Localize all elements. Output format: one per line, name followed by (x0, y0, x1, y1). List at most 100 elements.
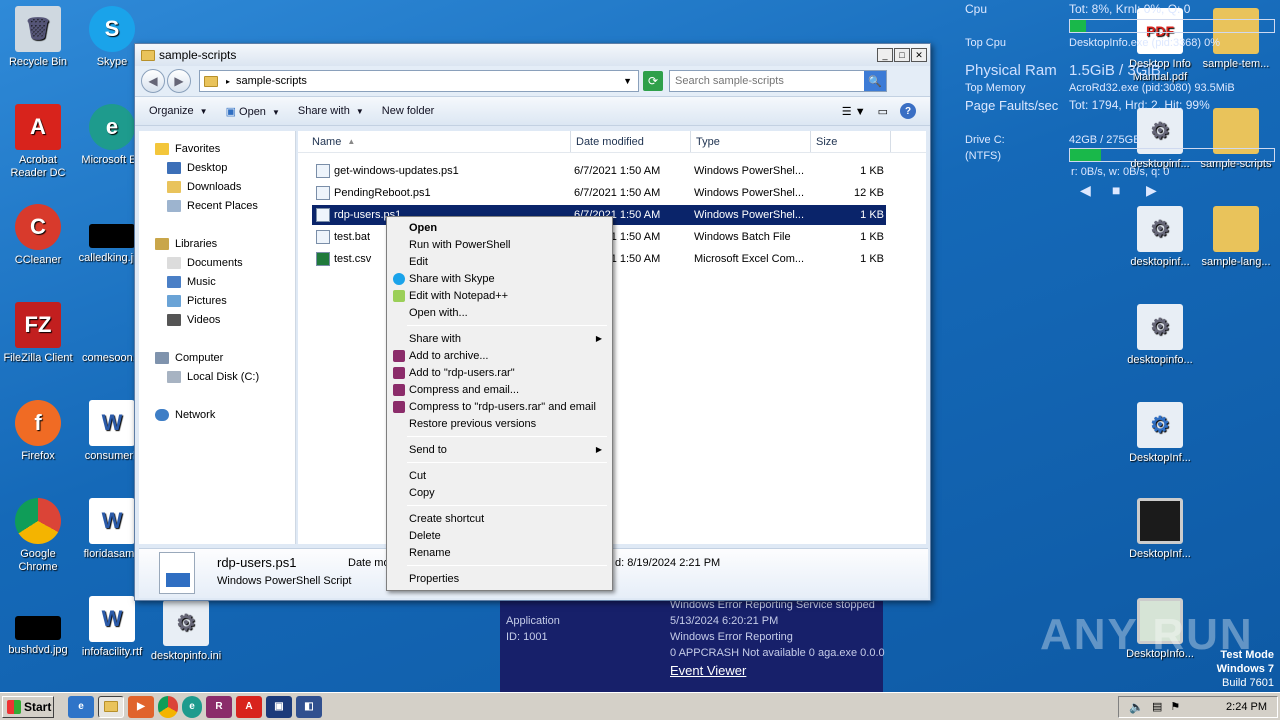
file-row[interactable]: PendingReboot.ps1 6/7/2021 1:50 AM Windo… (312, 183, 886, 203)
next-arrow-icon[interactable]: ▶ (1146, 182, 1157, 199)
event-viewer-link[interactable]: Event Viewer (670, 663, 746, 678)
nav-documents[interactable]: Documents (167, 257, 243, 269)
file-name: PendingReboot.ps1 (334, 187, 431, 199)
flag-icon[interactable]: ⚑ (1170, 700, 1180, 713)
menu-restore-previous[interactable]: Restore previous versions (389, 415, 610, 432)
share-with-button[interactable]: Share with ▼ (298, 105, 364, 117)
new-folder-button[interactable]: New folder (382, 105, 435, 117)
menu-add-to-rar[interactable]: Add to "rdp-users.rar" (389, 364, 610, 381)
desktop-icon-sample-lang[interactable]: sample-lang... (1198, 206, 1274, 269)
image-file-icon (15, 616, 61, 640)
organize-button[interactable]: Organize ▼ (149, 105, 208, 117)
winrar-icon[interactable]: R (206, 695, 232, 718)
search-icon[interactable]: 🔍 (864, 71, 886, 91)
menu-properties[interactable]: Properties (389, 570, 610, 587)
nav-local-disk[interactable]: Local Disk (C:) (167, 371, 259, 383)
desktop-icon-acrobat[interactable]: A Acrobat Reader DC (0, 104, 76, 180)
title-bar[interactable]: sample-scripts _ □ ✕ (135, 44, 930, 66)
nav-desktop[interactable]: Desktop (167, 162, 227, 174)
nav-videos[interactable]: Videos (167, 314, 220, 326)
menu-cut[interactable]: Cut (389, 467, 610, 484)
menu-edit[interactable]: Edit (389, 253, 610, 270)
menu-share-with-skype[interactable]: Share with Skype (389, 270, 610, 287)
menu-compress-rar-email[interactable]: Compress to "rdp-users.rar" and email (389, 398, 610, 415)
open-button[interactable]: ▣ Open ▼ (226, 105, 280, 118)
menu-run-with-powershell[interactable]: Run with PowerShell (389, 236, 610, 253)
desktop-icon-bushdvd[interactable]: bushdvd.jpg (0, 596, 76, 657)
desktop-icon-desktopinfo-3[interactable]: ⚙ desktopinfo... (1122, 304, 1198, 367)
edge-icon[interactable]: e (182, 695, 202, 718)
desktop-icon-desktopinf-4[interactable]: ⚙ DesktopInf... (1122, 402, 1198, 465)
breadcrumb[interactable]: sample-scripts (236, 75, 307, 87)
close-button[interactable]: ✕ (911, 48, 927, 62)
nav-label: Computer (175, 352, 224, 364)
search-input[interactable] (670, 75, 860, 87)
clock[interactable]: 2:24 PM (1226, 701, 1267, 713)
nav-network[interactable]: Network (155, 409, 215, 421)
desktop-icon-recycle-bin[interactable]: 🗑 Recycle Bin (0, 6, 76, 69)
menu-open-with[interactable]: Open with... (389, 304, 610, 321)
desktop-icon-desktopinf-2[interactable]: ⚙ desktopinf... (1122, 206, 1198, 269)
volume-icon[interactable]: 🔈 (1129, 700, 1144, 714)
breadcrumb-arrow-icon[interactable]: ▸ (226, 77, 230, 86)
desktop-icon-firefox[interactable]: f Firefox (0, 400, 76, 463)
help-icon[interactable]: ? (900, 103, 916, 119)
monitor-icon[interactable]: ▣ (266, 695, 292, 718)
forward-button[interactable]: ▶ (167, 69, 191, 93)
menu-open[interactable]: Open (389, 219, 610, 236)
nav-pictures[interactable]: Pictures (167, 295, 227, 307)
maximize-button[interactable]: □ (894, 48, 910, 62)
view-options-icon[interactable]: ☰ ▼ (842, 105, 866, 118)
ram-label: Physical Ram (965, 62, 1057, 79)
file-row[interactable]: get-windows-updates.ps1 6/7/2021 1:50 AM… (312, 161, 886, 181)
column-size[interactable]: Size (811, 131, 891, 152)
address-bar[interactable]: ▸ sample-scripts ▼ (199, 70, 639, 92)
menu-share-with[interactable]: Share with ▶ (389, 330, 610, 347)
nav-downloads[interactable]: Downloads (167, 181, 241, 193)
nav-libraries[interactable]: Libraries (155, 238, 217, 250)
prev-arrow-icon[interactable]: ◀ (1080, 182, 1091, 199)
media-player-icon[interactable]: ▶ (128, 695, 154, 718)
back-button[interactable]: ◀ (141, 69, 165, 93)
settings-file-icon: ⚙ (1137, 304, 1183, 350)
column-name[interactable]: Name ▲ (298, 131, 571, 152)
acrobat-icon[interactable]: A (236, 695, 262, 718)
nav-favorites[interactable]: Favorites (155, 143, 220, 155)
minimize-button[interactable]: _ (877, 48, 893, 62)
desktop-icon-filezilla[interactable]: FZ FileZilla Client (0, 302, 76, 365)
ram-value: 1.5GiB / 3GiB (1069, 62, 1161, 79)
column-date[interactable]: Date modified (571, 131, 691, 152)
nav-recent-places[interactable]: Recent Places (167, 200, 258, 212)
refresh-button[interactable]: ⟳ (643, 71, 663, 91)
menu-create-shortcut[interactable]: Create shortcut (389, 510, 610, 527)
desktop-icon-chrome[interactable]: Google Chrome (0, 498, 76, 574)
menu-edit-notepadpp[interactable]: Edit with Notepad++ (389, 287, 610, 304)
search-box[interactable]: 🔍 (669, 70, 887, 92)
details-file-name: rdp-users.ps1 (217, 555, 297, 570)
menu-add-to-archive[interactable]: Add to archive... (389, 347, 610, 364)
start-button[interactable]: Start (2, 695, 54, 718)
top-memory-value: AcroRd32.exe (pid:3080) 93.5MiB (1069, 82, 1235, 94)
address-dropdown-icon[interactable]: ▼ (623, 76, 632, 86)
column-type[interactable]: Type (691, 131, 811, 152)
desktop-icon-desktopinfo-ini[interactable]: ⚙ desktopinfo.ini (148, 600, 224, 663)
desktop-icon-infofacility[interactable]: W infofacility.rtf (74, 596, 150, 659)
nav-music[interactable]: Music (167, 276, 216, 288)
explorer-taskbar-icon[interactable] (98, 695, 124, 718)
ie-icon[interactable]: e (68, 695, 94, 718)
stop-icon[interactable]: ■ (1112, 182, 1120, 198)
chrome-icon[interactable] (158, 695, 178, 718)
menu-delete[interactable]: Delete (389, 527, 610, 544)
menu-rename[interactable]: Rename (389, 544, 610, 561)
desktopinfo-icon[interactable]: ◧ (296, 695, 322, 718)
network-icon[interactable]: ▤ (1152, 700, 1162, 713)
nav-computer[interactable]: Computer (155, 352, 223, 364)
preview-pane-icon[interactable]: ▭ (878, 105, 888, 118)
desktop-icon-desktopinf-5[interactable]: DesktopInf... (1122, 498, 1198, 561)
desktop-icon-ccleaner[interactable]: C CCleaner (0, 204, 76, 267)
menu-compress-email[interactable]: Compress and email... (389, 381, 610, 398)
menu-copy[interactable]: Copy (389, 484, 610, 501)
nav-label: Pictures (187, 295, 227, 307)
chevron-down-icon: ▼ (199, 107, 208, 116)
menu-send-to[interactable]: Send to ▶ (389, 441, 610, 458)
